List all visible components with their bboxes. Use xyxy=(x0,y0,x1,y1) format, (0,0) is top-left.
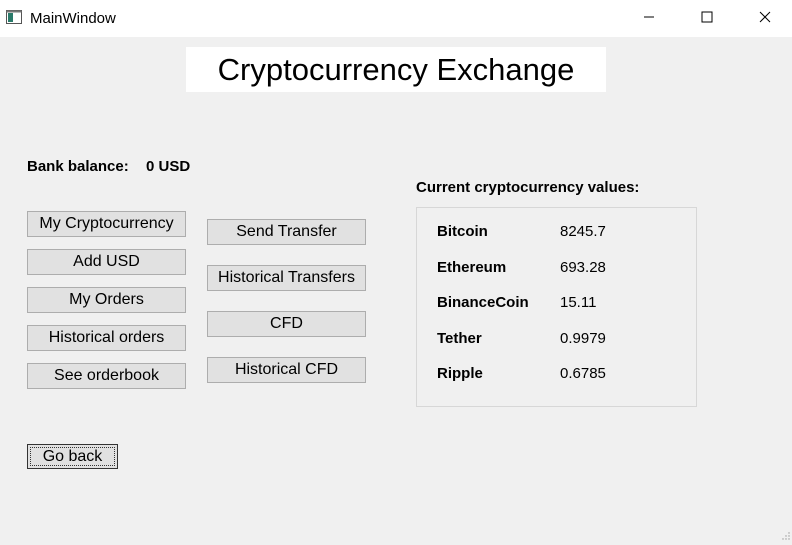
coin-value-ripple: 0.6785 xyxy=(560,365,606,382)
close-icon xyxy=(759,10,771,28)
crypto-values-heading: Current cryptocurrency values: xyxy=(416,179,640,196)
minimize-button[interactable] xyxy=(620,0,678,37)
coin-name-binancecoin: BinanceCoin xyxy=(437,294,529,311)
maximize-icon xyxy=(701,10,713,28)
coin-value-bitcoin: 8245.7 xyxy=(560,223,606,240)
bank-balance-value: 0 USD xyxy=(146,158,191,175)
maximize-button[interactable] xyxy=(678,0,736,37)
see-orderbook-button[interactable]: See orderbook xyxy=(27,363,186,389)
minimize-icon xyxy=(643,10,655,28)
coin-name-tether: Tether xyxy=(437,330,482,347)
my-orders-button[interactable]: My Orders xyxy=(27,287,186,313)
app-window-icon xyxy=(6,10,22,24)
close-button[interactable] xyxy=(736,0,792,37)
historical-transfers-button[interactable]: Historical Transfers xyxy=(207,265,366,291)
my-cryptocurrency-button[interactable]: My Cryptocurrency xyxy=(27,211,186,237)
coin-value-binancecoin: 15.11 xyxy=(560,294,597,311)
coin-name-bitcoin: Bitcoin xyxy=(437,223,488,240)
coin-value-ethereum: 693.28 xyxy=(560,259,606,276)
page-title: Cryptocurrency Exchange xyxy=(186,47,606,92)
historical-cfd-button[interactable]: Historical CFD xyxy=(207,357,366,383)
bank-balance-label: Bank balance: xyxy=(27,158,129,175)
title-bar: MainWindow xyxy=(0,0,792,37)
send-transfer-button[interactable]: Send Transfer xyxy=(207,219,366,245)
window-title: MainWindow xyxy=(30,10,116,27)
coin-name-ripple: Ripple xyxy=(437,365,483,382)
add-usd-button[interactable]: Add USD xyxy=(27,249,186,275)
coin-name-ethereum: Ethereum xyxy=(437,259,507,276)
crypto-values-panel: Bitcoin 8245.7 Ethereum 693.28 BinanceCo… xyxy=(416,207,697,407)
cfd-button[interactable]: CFD xyxy=(207,311,366,337)
historical-orders-button[interactable]: Historical orders xyxy=(27,325,186,351)
go-back-button[interactable]: Go back xyxy=(27,444,118,469)
coin-value-tether: 0.9979 xyxy=(560,330,606,347)
resize-grip-icon[interactable] xyxy=(782,527,790,540)
